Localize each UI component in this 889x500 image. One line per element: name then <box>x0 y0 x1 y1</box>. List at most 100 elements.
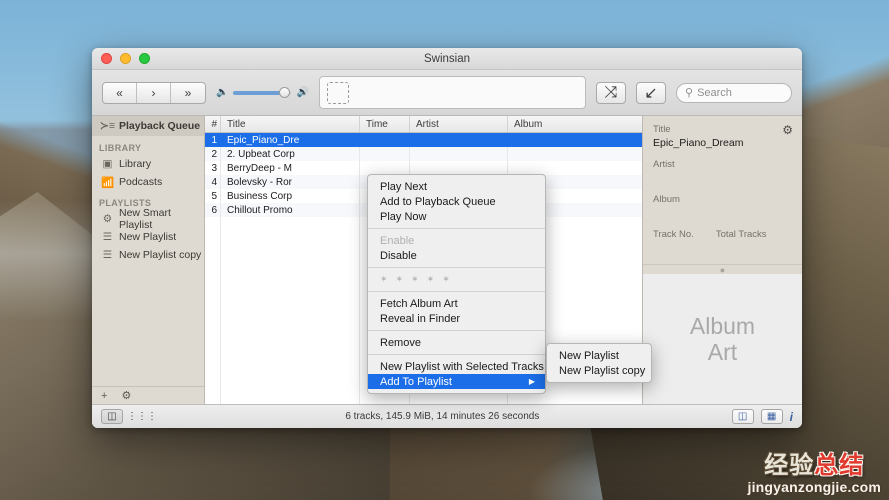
sidebar-item-new-playlist-copy[interactable]: ☰ New Playlist copy <box>92 246 204 264</box>
menu-item-label: Play Now <box>380 210 427 223</box>
sidebar-toggle-icon[interactable]: ◫ <box>101 409 123 424</box>
cell-number: 6 <box>205 203 221 217</box>
next-button[interactable]: » <box>171 83 205 103</box>
volume-control[interactable]: 🔈 🔊 <box>216 86 309 98</box>
inspector-panel: ⚙ Title Epic_Piano_Dream Artist Album Tr… <box>642 116 802 404</box>
menu-item-label: New Playlist <box>559 349 619 362</box>
repeat-button[interactable]: ↙ <box>636 81 666 104</box>
menu-item-remove[interactable]: Remove <box>368 335 545 350</box>
sidebar-item-podcasts[interactable]: 📶 Podcasts <box>92 173 204 191</box>
context-submenu: New Playlist New Playlist copy <box>546 343 652 383</box>
inspector-artist-value[interactable] <box>653 172 792 185</box>
sidebar-footer: + ⚙ <box>92 386 204 404</box>
previous-button[interactable]: « <box>103 82 137 103</box>
volume-slider[interactable] <box>233 86 292 98</box>
menu-item-add-to-playlist[interactable]: Add To Playlist ▶ <box>368 374 545 389</box>
cell-artist <box>410 147 508 161</box>
inspector-title-label: Title <box>653 124 671 135</box>
cell-album <box>508 133 642 147</box>
album-art-drop-target[interactable] <box>326 81 349 104</box>
transport-controls: « › » <box>102 81 206 104</box>
cell-album <box>508 161 642 175</box>
menu-item-new-playlist-with-selected-tracks[interactable]: New Playlist with Selected Tracks <box>368 359 545 374</box>
column-header-title[interactable]: Title <box>221 116 360 132</box>
empty-cell <box>205 231 221 245</box>
menu-item-enable: Enable <box>368 233 545 248</box>
empty-cell <box>221 357 360 371</box>
sidebar-list: ≻≡ Playback Queue LIBRARY ▣ Library 📶 Po… <box>92 116 204 386</box>
sidebar-item-playback-queue[interactable]: ≻≡ Playback Queue <box>92 116 204 136</box>
play-pause-button[interactable]: › <box>137 82 171 103</box>
cell-number: 5 <box>205 189 221 203</box>
volume-slider-knob[interactable] <box>279 86 291 98</box>
sidebar-item-label: Playback Queue <box>119 120 201 132</box>
cell-artist <box>410 161 508 175</box>
menu-item-play-now[interactable]: Play Now <box>368 209 545 224</box>
inspector-track-no-value[interactable] <box>653 242 694 255</box>
menu-item-label: Enable <box>380 234 415 247</box>
empty-cell <box>221 231 360 245</box>
search-field[interactable]: ⚲ Search <box>676 82 792 103</box>
menu-item-disable[interactable]: Disable <box>368 248 545 263</box>
split-view-icon[interactable]: ◫ <box>731 409 754 424</box>
empty-cell <box>205 371 221 385</box>
inspector-resize-grip[interactable]: ● <box>643 264 802 275</box>
inspector-artist-label: Artist <box>653 159 675 170</box>
star-icon[interactable]: ✶ <box>411 274 419 285</box>
star-icon[interactable]: ✶ <box>396 274 404 285</box>
menu-item-label: Reveal in Finder <box>380 312 461 325</box>
empty-cell <box>221 371 360 385</box>
star-icon[interactable]: ✶ <box>380 274 388 285</box>
sidebar-item-label: Library <box>119 158 152 170</box>
menu-item-new-playlist-copy[interactable]: New Playlist copy <box>547 363 651 378</box>
sidebar-item-library[interactable]: ▣ Library <box>92 155 204 173</box>
cell-title: Chillout Promo <box>221 203 360 217</box>
track-list-header: # Title Time Artist Album <box>205 116 642 133</box>
smart-playlist-icon: ⚙ <box>102 213 113 225</box>
empty-cell <box>221 245 360 259</box>
gear-icon[interactable]: ⚙ <box>782 123 793 137</box>
menu-item-label: Fetch Album Art <box>380 297 458 310</box>
speaker-high-icon: 🔊 <box>296 87 309 98</box>
list-view-icon[interactable]: ▦ <box>760 409 783 424</box>
shuffle-button[interactable]: ⤨ <box>596 81 626 104</box>
inspector-title-value[interactable]: Epic_Piano_Dream <box>653 137 792 150</box>
empty-cell <box>205 245 221 259</box>
inspector-album-value[interactable] <box>653 207 792 220</box>
inspector-album-label: Album <box>653 194 680 205</box>
empty-cell <box>221 385 360 399</box>
table-row[interactable]: 3 BerryDeep - M <box>205 161 642 175</box>
add-playlist-button[interactable]: + <box>101 390 107 402</box>
info-icon[interactable]: i <box>790 410 793 424</box>
sidebar-gear-icon[interactable]: ⚙ <box>121 389 131 402</box>
status-bar: ◫ ⋮⋮⋮ 6 tracks, 145.9 MiB, 14 minutes 26… <box>92 404 802 428</box>
rating-stars[interactable]: ✶ ✶ ✶ ✶ ✶ <box>368 272 545 287</box>
equalizer-icon[interactable]: ⋮⋮⋮ <box>127 409 157 424</box>
cell-artist <box>410 133 508 147</box>
column-header-album[interactable]: Album <box>508 116 642 132</box>
table-row[interactable]: 2 2. Upbeat Corp <box>205 147 642 161</box>
empty-cell <box>205 343 221 357</box>
menu-item-new-playlist[interactable]: New Playlist <box>547 348 651 363</box>
menu-item-reveal-in-finder[interactable]: Reveal in Finder <box>368 311 545 326</box>
playlist-icon: ☰ <box>102 249 113 261</box>
swinsian-window: Swinsian « › » 🔈 🔊 ⤨ ↙ ⚲ Search ≻≡ Playb… <box>92 48 802 428</box>
star-icon[interactable]: ✶ <box>427 274 435 285</box>
empty-cell <box>221 259 360 273</box>
column-header-artist[interactable]: Artist <box>410 116 508 132</box>
empty-cell <box>221 329 360 343</box>
column-header-number[interactable]: # <box>205 116 221 132</box>
menu-item-add-to-playback-queue[interactable]: Add to Playback Queue <box>368 194 545 209</box>
inspector-total-tracks-value[interactable] <box>716 242 767 255</box>
album-art-placeholder[interactable]: Album Art <box>643 274 802 404</box>
sidebar-item-new-smart-playlist[interactable]: ⚙ New Smart Playlist <box>92 207 204 231</box>
column-header-time[interactable]: Time <box>360 116 410 132</box>
cell-title: 2. Upbeat Corp <box>221 147 360 161</box>
menu-item-fetch-album-art[interactable]: Fetch Album Art <box>368 296 545 311</box>
star-icon[interactable]: ✶ <box>442 274 450 285</box>
table-row[interactable]: 1 Epic_Piano_Dre <box>205 133 642 147</box>
window-titlebar: Swinsian <box>92 48 802 70</box>
library-icon: ▣ <box>102 158 113 170</box>
menu-item-play-next[interactable]: Play Next <box>368 179 545 194</box>
cell-album <box>508 147 642 161</box>
